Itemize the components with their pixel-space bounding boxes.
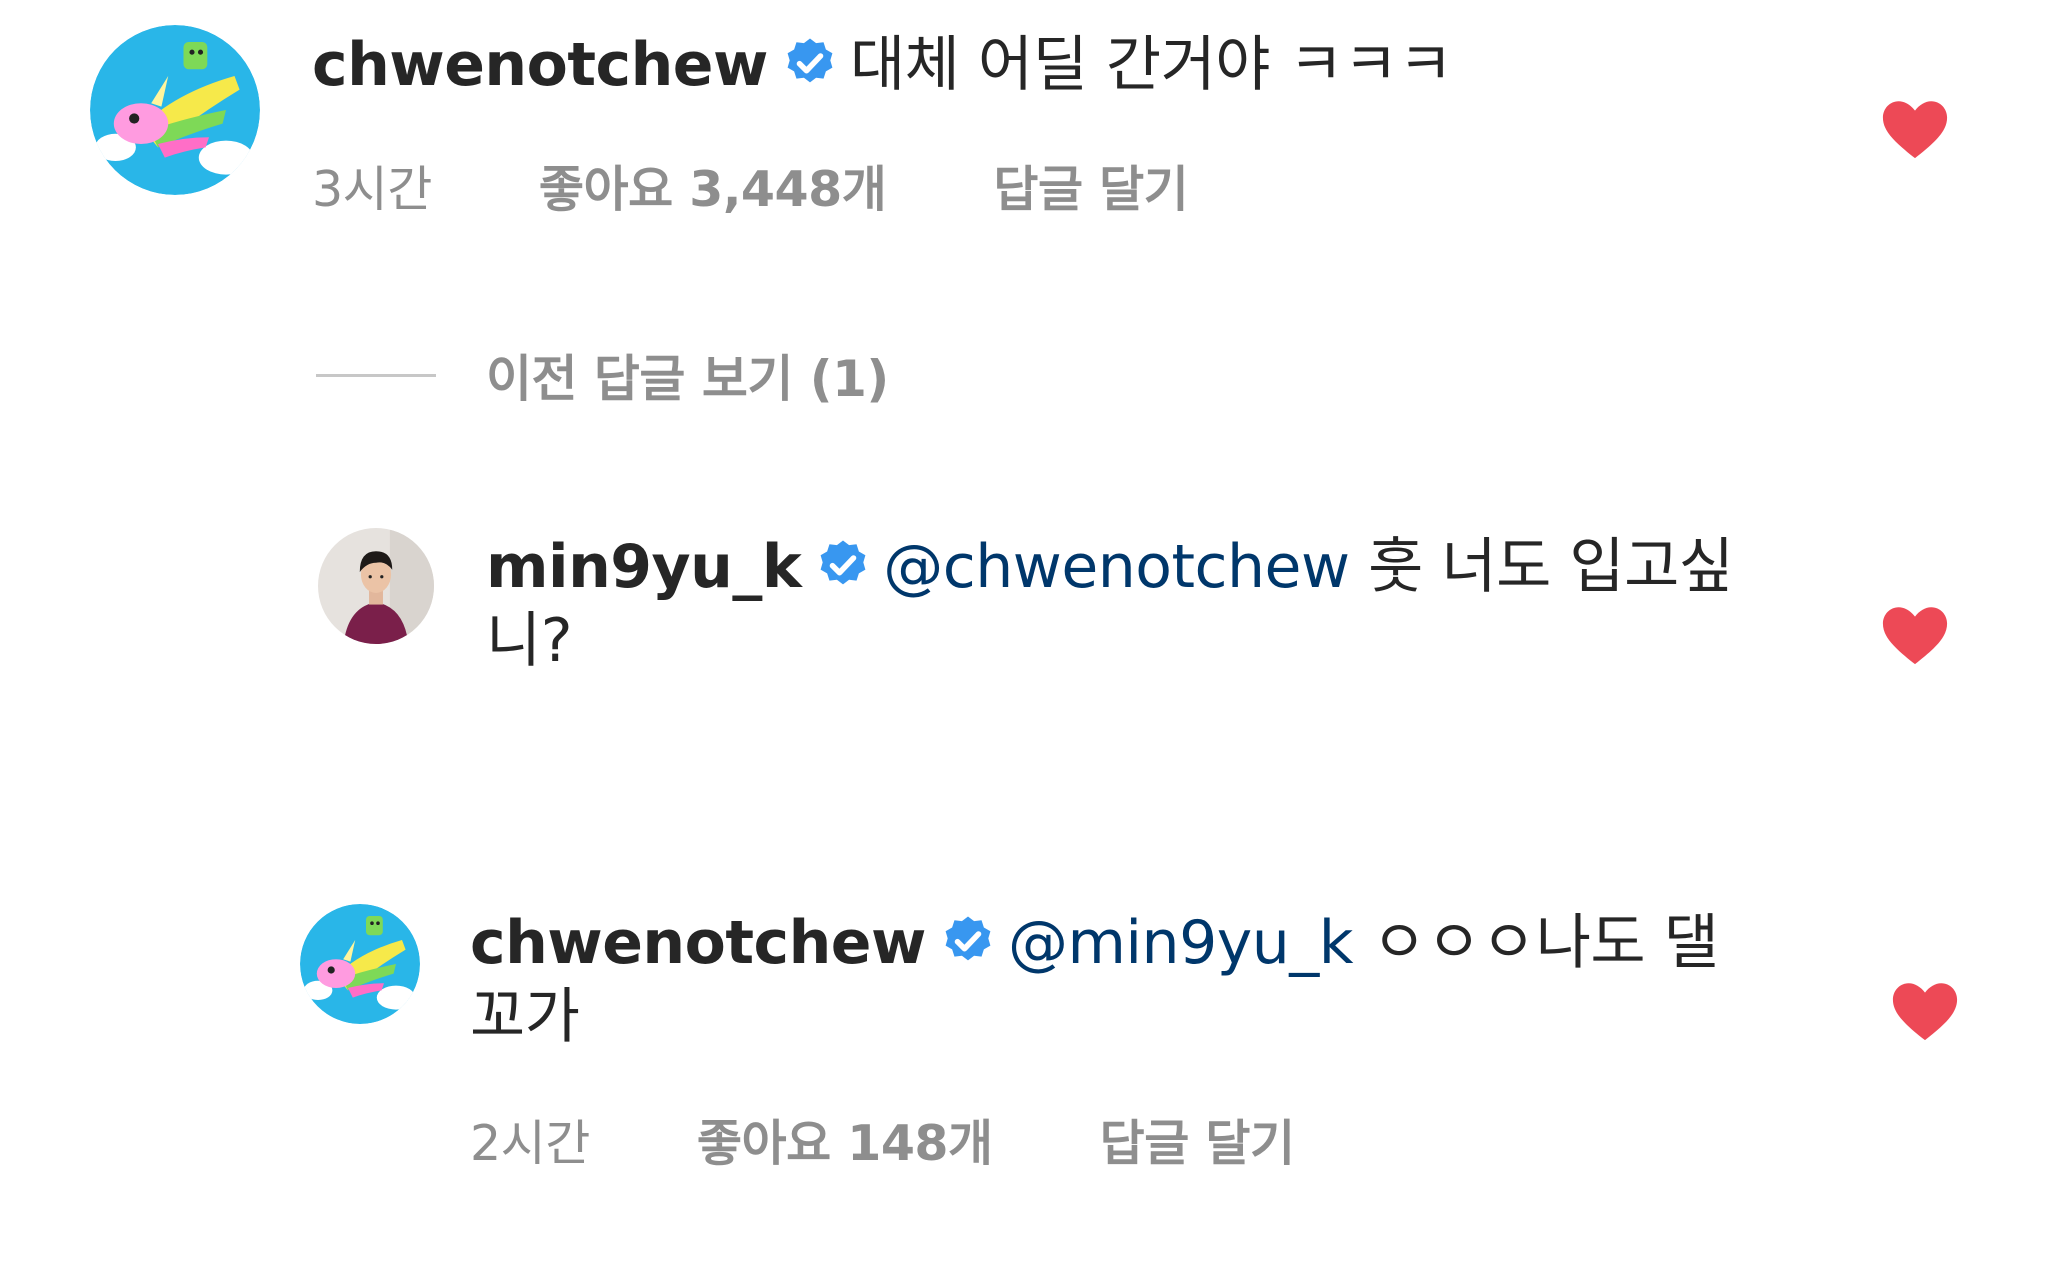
likes-count[interactable]: 좋아요 3,448개 xyxy=(539,150,887,221)
verified-badge-icon xyxy=(782,35,838,91)
reply-button[interactable]: 답글 달기 xyxy=(993,150,1188,221)
username[interactable]: chwenotchew xyxy=(470,908,926,978)
view-previous-replies-label: 이전 답글 보기 (1) xyxy=(486,350,889,408)
unicorn-cartoon-avatar-icon xyxy=(90,25,260,195)
like-heart-icon[interactable] xyxy=(1890,980,1960,1042)
verified-badge-icon xyxy=(940,913,996,969)
avatar[interactable] xyxy=(300,904,420,1024)
view-previous-replies-button[interactable]: 이전 답글 보기 (1) xyxy=(316,340,889,410)
like-heart-icon[interactable] xyxy=(1880,98,1950,160)
comment-time: 2시간 xyxy=(470,1115,590,1172)
person-photo-avatar-icon xyxy=(318,528,434,644)
mention-link[interactable]: @chwenotchew xyxy=(883,532,1350,602)
comment-text: 대체 어딜 간거야 ㅋㅋㅋ xyxy=(849,30,1453,100)
unicorn-cartoon-avatar-icon xyxy=(300,904,420,1024)
likes-count[interactable]: 좋아요 148개 xyxy=(697,1104,993,1175)
divider-line xyxy=(316,373,436,377)
username[interactable]: chwenotchew xyxy=(312,30,768,100)
avatar[interactable] xyxy=(318,528,434,644)
comment-time: 3시간 xyxy=(312,161,432,218)
avatar[interactable] xyxy=(90,25,260,195)
reply-button[interactable]: 답글 달기 xyxy=(1100,1104,1295,1175)
username[interactable]: min9yu_k xyxy=(486,532,802,602)
like-heart-icon[interactable] xyxy=(1880,604,1950,666)
mention-link[interactable]: @min9yu_k xyxy=(1008,908,1354,978)
verified-badge-icon xyxy=(815,537,871,593)
